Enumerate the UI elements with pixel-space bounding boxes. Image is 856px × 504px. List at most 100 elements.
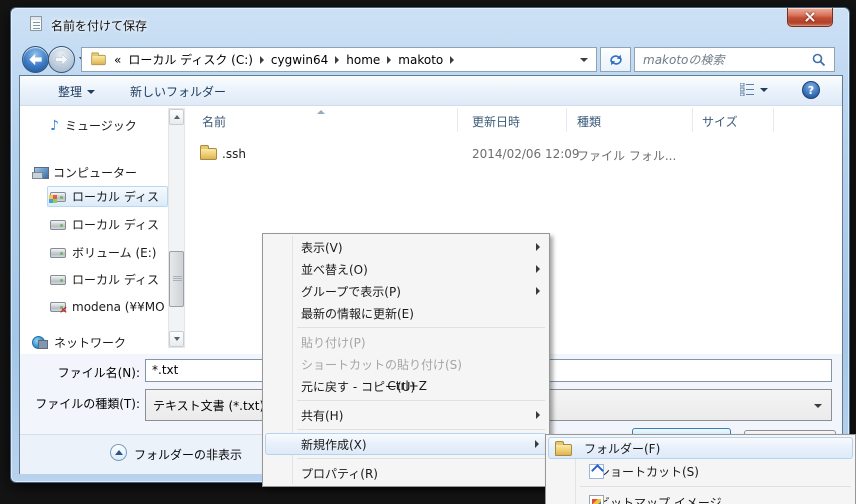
column-header-row: 名前 更新日時 種類 サイズ	[188, 108, 841, 132]
column-header-size[interactable]: サイズ	[702, 113, 738, 130]
breadcrumb-separator-icon[interactable]	[335, 56, 339, 64]
shortcut-icon	[589, 464, 604, 479]
triangle-up-icon	[115, 450, 123, 455]
folder-icon	[555, 444, 572, 456]
menu-item-new[interactable]: 新規作成(X)	[265, 433, 547, 455]
disconnected-drive-icon: ×	[50, 302, 66, 312]
menu-separator	[297, 429, 545, 430]
sidebar-item-local-disk-c[interactable]: ローカル ディス	[47, 186, 168, 207]
sidebar-item-music[interactable]: ♪ ミュージック	[50, 115, 168, 136]
scrollbar-thumb[interactable]	[169, 251, 184, 307]
hide-folders-button[interactable]	[110, 444, 127, 461]
shortcut-hint: Ctrl+Z	[387, 379, 427, 393]
list-view-icon	[740, 83, 755, 96]
breadcrumb-separator-icon[interactable]	[260, 56, 264, 64]
file-row-ssh[interactable]: .ssh 2014/02/06 12:09 ファイル フォル...	[188, 145, 841, 165]
menu-item-sort-by[interactable]: 並べ替え(O)	[265, 258, 547, 280]
notepad-icon	[30, 16, 42, 31]
breadcrumb-collapsed-chevron[interactable]: «	[114, 53, 121, 67]
disk-icon	[50, 248, 66, 258]
breadcrumb-segment-home[interactable]: home	[346, 53, 380, 67]
context-menu: 表示(V) 並べ替え(O) グループで表示(P) 最新の情報に更新(E) 貼り付…	[262, 233, 550, 487]
refresh-icon	[608, 52, 624, 68]
file-name-label: ファイル名(N):	[20, 364, 140, 381]
menu-item-paste: 貼り付け(P)	[265, 331, 547, 353]
help-button[interactable]: ?	[802, 81, 820, 99]
folder-icon	[200, 148, 217, 160]
help-icon: ?	[808, 84, 814, 97]
search-icon[interactable]	[812, 53, 826, 67]
breadcrumb-segment-cygwin64[interactable]: cygwin64	[271, 53, 328, 67]
breadcrumb[interactable]: « ローカル ディスク (C:) cygwin64 home makoto	[81, 47, 597, 72]
sort-ascending-icon	[317, 110, 325, 114]
menu-separator	[580, 486, 851, 487]
back-button[interactable]	[22, 46, 49, 73]
close-icon	[805, 12, 815, 22]
triangle-up-icon	[174, 115, 180, 119]
breadcrumb-segment-drive[interactable]: ローカル ディスク (C:)	[128, 51, 253, 68]
breadcrumb-separator-icon[interactable]	[387, 56, 391, 64]
sidebar-scrollbar[interactable]	[168, 108, 185, 348]
submenu-arrow-icon	[536, 243, 540, 251]
submenu-arrow-icon	[536, 411, 540, 419]
column-divider	[566, 108, 567, 132]
system-disk-icon	[50, 192, 66, 202]
disk-icon	[50, 275, 66, 285]
file-type-value: テキスト文書 (*.txt)	[153, 399, 264, 413]
column-divider	[457, 108, 458, 132]
desktop-background: 名前を付けて保存 « ローカル ディスク (C:) cygwin64 home …	[0, 0, 856, 504]
submenu-item-folder[interactable]: フォルダー(F)	[548, 437, 853, 459]
chevron-down-icon	[760, 88, 768, 92]
menu-item-share[interactable]: 共有(H)	[265, 404, 547, 426]
submenu-arrow-icon	[536, 265, 540, 273]
organize-label: 整理	[58, 83, 82, 100]
file-type-label: ファイルの種類(T):	[20, 395, 140, 412]
search-input[interactable]: makotoの検索	[634, 47, 835, 72]
sidebar-item-network[interactable]: ネットワーク	[32, 332, 168, 353]
back-arrow-icon	[29, 54, 42, 65]
column-divider	[692, 108, 693, 132]
scroll-down-button[interactable]	[169, 331, 184, 347]
forward-button[interactable]	[48, 46, 75, 73]
sidebar-item-volume-e[interactable]: ボリューム (E:)	[50, 242, 168, 263]
computer-icon	[32, 167, 47, 179]
menu-item-refresh[interactable]: 最新の情報に更新(E)	[265, 302, 547, 324]
new-folder-button[interactable]: 新しいフォルダー	[130, 83, 226, 100]
close-button[interactable]	[787, 8, 833, 27]
menu-item-view[interactable]: 表示(V)	[265, 236, 547, 258]
bitmap-image-icon	[589, 495, 604, 504]
breadcrumb-separator-icon[interactable]	[450, 56, 454, 64]
chevron-down-icon	[87, 90, 95, 94]
network-icon	[32, 336, 48, 349]
address-dropdown-icon[interactable]	[580, 58, 588, 62]
menu-item-group-by[interactable]: グループで表示(P)	[265, 280, 547, 302]
sidebar-item-modena[interactable]: × modena (¥¥MO	[50, 296, 168, 317]
search-placeholder: makotoの検索	[643, 51, 724, 68]
refresh-button[interactable]	[600, 47, 631, 72]
window-title: 名前を付けて保存	[51, 17, 147, 34]
sidebar-item-local-disk-2[interactable]: ローカル ディス	[50, 214, 168, 235]
submenu-item-bitmap-image[interactable]: ビットマップ イメージ	[548, 490, 853, 504]
breadcrumb-segment-makoto[interactable]: makoto	[398, 53, 443, 67]
combo-arrow-icon	[814, 404, 822, 408]
sidebar-item-local-disk-3[interactable]: ローカル ディス	[50, 269, 168, 290]
folder-icon	[91, 54, 105, 64]
organize-button[interactable]: 整理	[58, 83, 95, 100]
submenu-item-shortcut[interactable]: ショートカット(S)	[548, 459, 853, 483]
scroll-up-button[interactable]	[169, 109, 184, 125]
column-header-modified[interactable]: 更新日時	[472, 113, 520, 130]
navigation-pane: ♪ ミュージック コンピューター ローカル ディス ローカル ディス	[20, 106, 187, 354]
menu-separator	[297, 458, 545, 459]
hide-folders-label[interactable]: フォルダーの非表示	[134, 446, 242, 463]
new-folder-label: 新しいフォルダー	[130, 83, 226, 100]
menu-item-properties[interactable]: プロパティ(R)	[265, 462, 547, 484]
disk-icon	[50, 220, 66, 230]
sidebar-item-computer[interactable]: コンピューター	[32, 162, 168, 183]
menu-separator	[297, 400, 545, 401]
menu-item-undo-copy[interactable]: 元に戻す - コピー(U) Ctrl+Z	[265, 375, 547, 397]
submenu-arrow-icon	[535, 440, 539, 448]
column-header-type[interactable]: 種類	[577, 113, 601, 130]
change-view-button[interactable]	[740, 83, 768, 96]
forward-arrow-icon	[55, 54, 68, 65]
column-header-name[interactable]: 名前	[202, 113, 226, 130]
